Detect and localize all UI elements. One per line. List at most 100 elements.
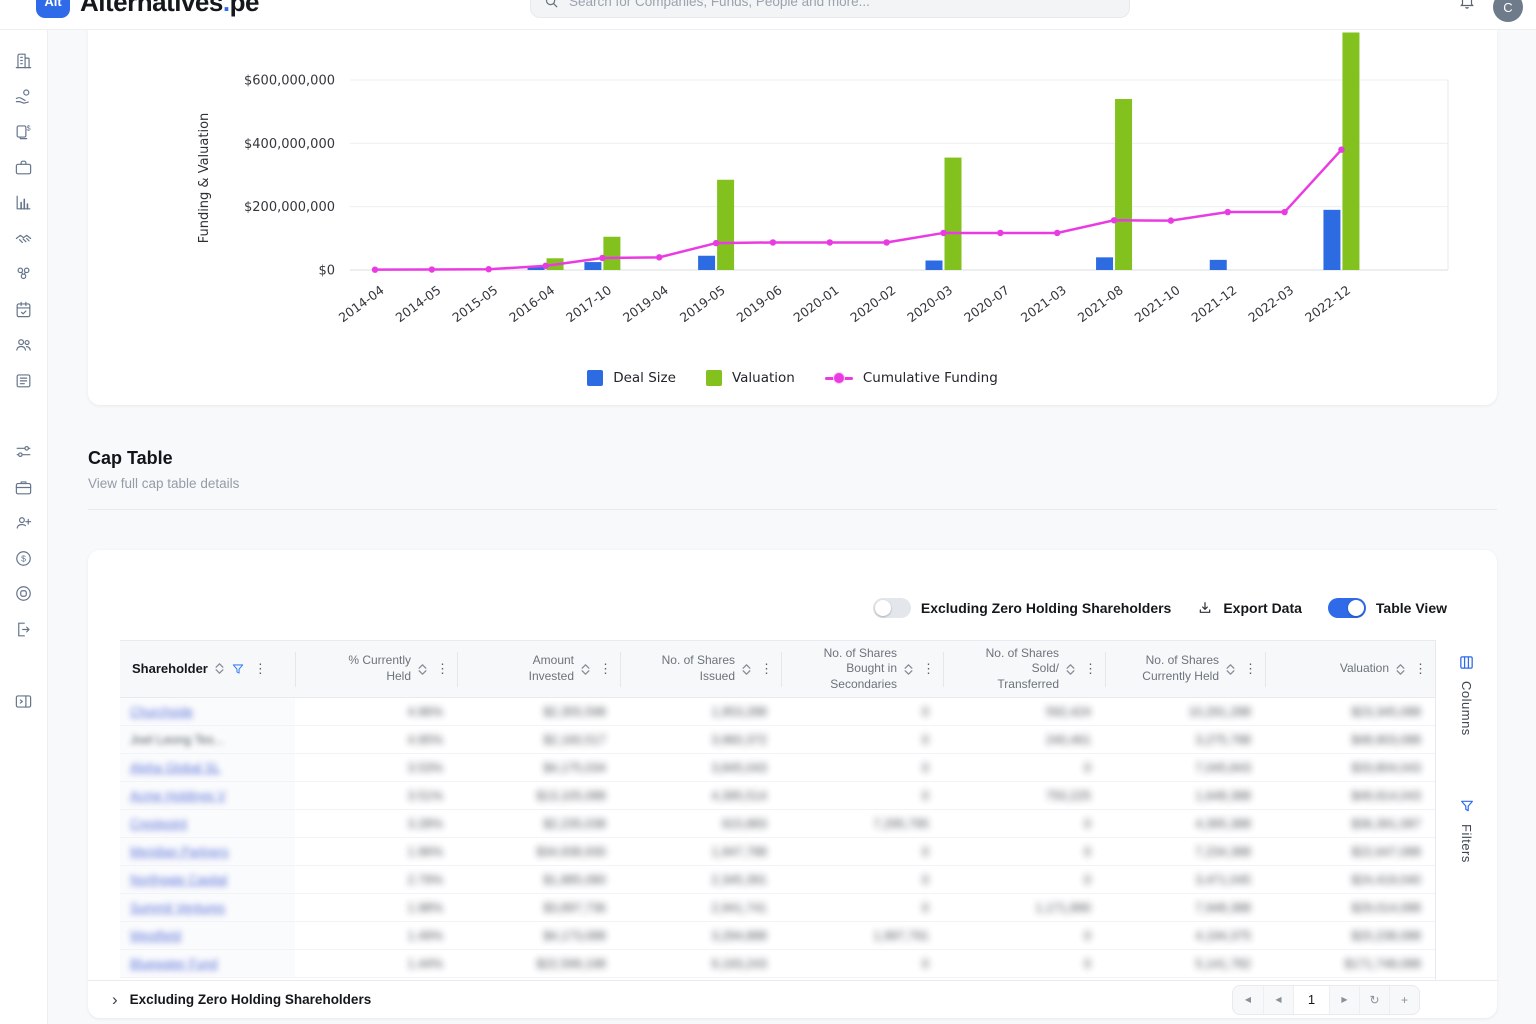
- shareholder-name: Joel Leong Tes...: [130, 733, 224, 747]
- brand-logo[interactable]: Alt: [36, 0, 70, 18]
- column-menu-icon[interactable]: ⋮: [1082, 661, 1099, 677]
- table-row: Alpha Global SL3.53%$4,175,0343,845,0430…: [120, 754, 1435, 782]
- column-header-shares_issued[interactable]: No. of SharesIssued ⋮: [620, 641, 781, 698]
- sort-icon[interactable]: [1226, 664, 1235, 675]
- sort-icon[interactable]: [418, 664, 427, 675]
- svg-text:2022-03: 2022-03: [1245, 282, 1296, 325]
- columns-icon: [1458, 654, 1475, 671]
- cell-valuation: $33,804,043: [1265, 754, 1435, 782]
- svg-text:$600,000,000: $600,000,000: [244, 74, 335, 89]
- notifications-icon[interactable]: [1458, 0, 1476, 15]
- cell-shares_currently_held: 3,471,045: [1105, 866, 1265, 894]
- column-menu-icon[interactable]: ⋮: [1242, 661, 1259, 677]
- briefcase-icon[interactable]: [14, 158, 33, 177]
- shareholder-link[interactable]: Summit Ventures: [130, 901, 225, 915]
- sort-icon[interactable]: [581, 664, 590, 675]
- brand-wordmark: Alternatives.pe: [80, 0, 259, 18]
- left-sidebar: $ $: [0, 30, 48, 1024]
- cell-shares_sold_transferred: 0: [943, 754, 1105, 782]
- portfolio-case-icon[interactable]: [14, 478, 33, 497]
- cap-table-card: Excluding Zero Holding Shareholders Expo…: [88, 550, 1497, 1018]
- next-page-button[interactable]: ▶: [1329, 986, 1359, 1014]
- svg-text:2021-10: 2021-10: [1132, 282, 1183, 325]
- toggle-switch[interactable]: [1328, 598, 1366, 618]
- newspaper-icon[interactable]: [14, 371, 33, 390]
- column-header-pct_currently_held[interactable]: % CurrentlyHeld ⋮: [295, 641, 457, 698]
- person-add-icon[interactable]: [14, 513, 33, 532]
- column-header-valuation[interactable]: Valuation ⋮: [1265, 641, 1435, 698]
- bar-chart-icon[interactable]: [14, 193, 33, 212]
- global-search[interactable]: [530, 0, 1130, 18]
- disc-icon[interactable]: [14, 584, 33, 603]
- shareholder-link[interactable]: Northgate Capital: [130, 873, 227, 887]
- prev-page-button[interactable]: ◀: [1263, 986, 1293, 1014]
- cluster-icon[interactable]: [14, 264, 33, 283]
- user-avatar[interactable]: C: [1493, 0, 1523, 22]
- cell-amount_invested: $2,160,517: [457, 726, 620, 754]
- column-menu-icon[interactable]: ⋮: [758, 661, 775, 677]
- shareholder-link[interactable]: Bluewater Fund: [130, 957, 218, 971]
- sliders-icon[interactable]: [14, 442, 33, 461]
- cell-valuation: $24,419,040: [1265, 866, 1435, 894]
- svg-text:2022-12: 2022-12: [1302, 282, 1353, 325]
- svg-text:2020-07: 2020-07: [961, 282, 1012, 325]
- billing-device-icon[interactable]: $: [14, 122, 33, 141]
- shareholder-link[interactable]: Alpha Global SL: [130, 761, 220, 775]
- column-menu-icon[interactable]: ⋮: [252, 661, 269, 677]
- shareholder-link[interactable]: Churchside: [130, 705, 193, 719]
- people-icon[interactable]: [14, 335, 33, 354]
- shareholder-link[interactable]: Acme Holdings V: [130, 789, 226, 803]
- table-view-toggle[interactable]: Table View: [1328, 598, 1447, 618]
- svg-text:2016-04: 2016-04: [506, 282, 557, 325]
- exclude-zero-expander[interactable]: › Excluding Zero Holding Shareholders: [112, 991, 371, 1008]
- legend-item: Valuation: [706, 370, 795, 386]
- shareholder-link[interactable]: Crestpoint: [130, 817, 187, 831]
- column-header-amount_invested[interactable]: AmountInvested ⋮: [457, 641, 620, 698]
- shareholder-link[interactable]: Meridian Partners: [130, 845, 229, 859]
- sort-icon[interactable]: [215, 663, 224, 674]
- column-menu-icon[interactable]: ⋮: [1412, 661, 1429, 677]
- coins-hand-icon[interactable]: [14, 87, 33, 106]
- handshake-icon[interactable]: [14, 229, 33, 248]
- cell-shares_issued: 1,953,288: [620, 698, 781, 726]
- shareholder-cell: Alpha Global SL: [120, 754, 295, 782]
- first-page-button[interactable]: ◀: [1233, 986, 1263, 1014]
- shareholder-link[interactable]: Westfield: [130, 929, 181, 943]
- cell-shares_sold_transferred: 0: [943, 866, 1105, 894]
- column-menu-icon[interactable]: ⋮: [434, 661, 451, 677]
- exclude-zero-holding-toggle[interactable]: Excluding Zero Holding Shareholders: [873, 598, 1171, 618]
- expand-pager-button[interactable]: +: [1389, 986, 1419, 1014]
- cell-shares_sold_transferred: 240,461: [943, 726, 1105, 754]
- dollar-circle-icon[interactable]: $: [14, 549, 33, 568]
- export-data-button[interactable]: Export Data: [1197, 600, 1302, 616]
- svg-text:2019-06: 2019-06: [734, 282, 785, 325]
- refresh-button[interactable]: ↻: [1359, 986, 1389, 1014]
- svg-text:2017-10: 2017-10: [563, 282, 614, 325]
- column-header-shares_bought_secondaries[interactable]: No. of SharesBought inSecondaries ⋮: [781, 641, 943, 698]
- column-header-shares_currently_held[interactable]: No. of SharesCurrently Held ⋮: [1105, 641, 1265, 698]
- section-divider: [88, 509, 1497, 510]
- toggle-switch[interactable]: [873, 598, 911, 618]
- column-header-shares_sold_transferred[interactable]: No. of SharesSold/Transferred ⋮: [943, 641, 1105, 698]
- calendar-icon[interactable]: [14, 300, 33, 319]
- sort-icon[interactable]: [904, 664, 913, 675]
- cell-shares_bought_secondaries: 0: [781, 726, 943, 754]
- filters-panel-tab[interactable]: Filters: [1459, 798, 1475, 863]
- column-menu-icon[interactable]: ⋮: [597, 661, 614, 677]
- cell-pct_currently_held: 2.79%: [295, 866, 457, 894]
- search-input[interactable]: [567, 0, 1087, 10]
- column-menu-icon[interactable]: ⋮: [920, 661, 937, 677]
- building-icon[interactable]: [14, 51, 33, 70]
- panel-toggle-icon[interactable]: [14, 692, 33, 711]
- cap-table: Shareholder ⋮% CurrentlyHeld ⋮AmountInve…: [120, 640, 1435, 978]
- logout-icon[interactable]: [14, 620, 33, 639]
- download-icon: [1197, 600, 1213, 616]
- toggle-label: Excluding Zero Holding Shareholders: [921, 600, 1171, 616]
- cell-shares_issued: 2,345,391: [620, 866, 781, 894]
- sort-icon[interactable]: [1066, 664, 1075, 675]
- columns-panel-tab[interactable]: Columns: [1458, 654, 1475, 736]
- sort-icon[interactable]: [1396, 664, 1405, 675]
- sort-icon[interactable]: [742, 664, 751, 675]
- column-header-shareholder[interactable]: Shareholder ⋮: [120, 641, 295, 698]
- filter-icon[interactable]: [231, 662, 245, 676]
